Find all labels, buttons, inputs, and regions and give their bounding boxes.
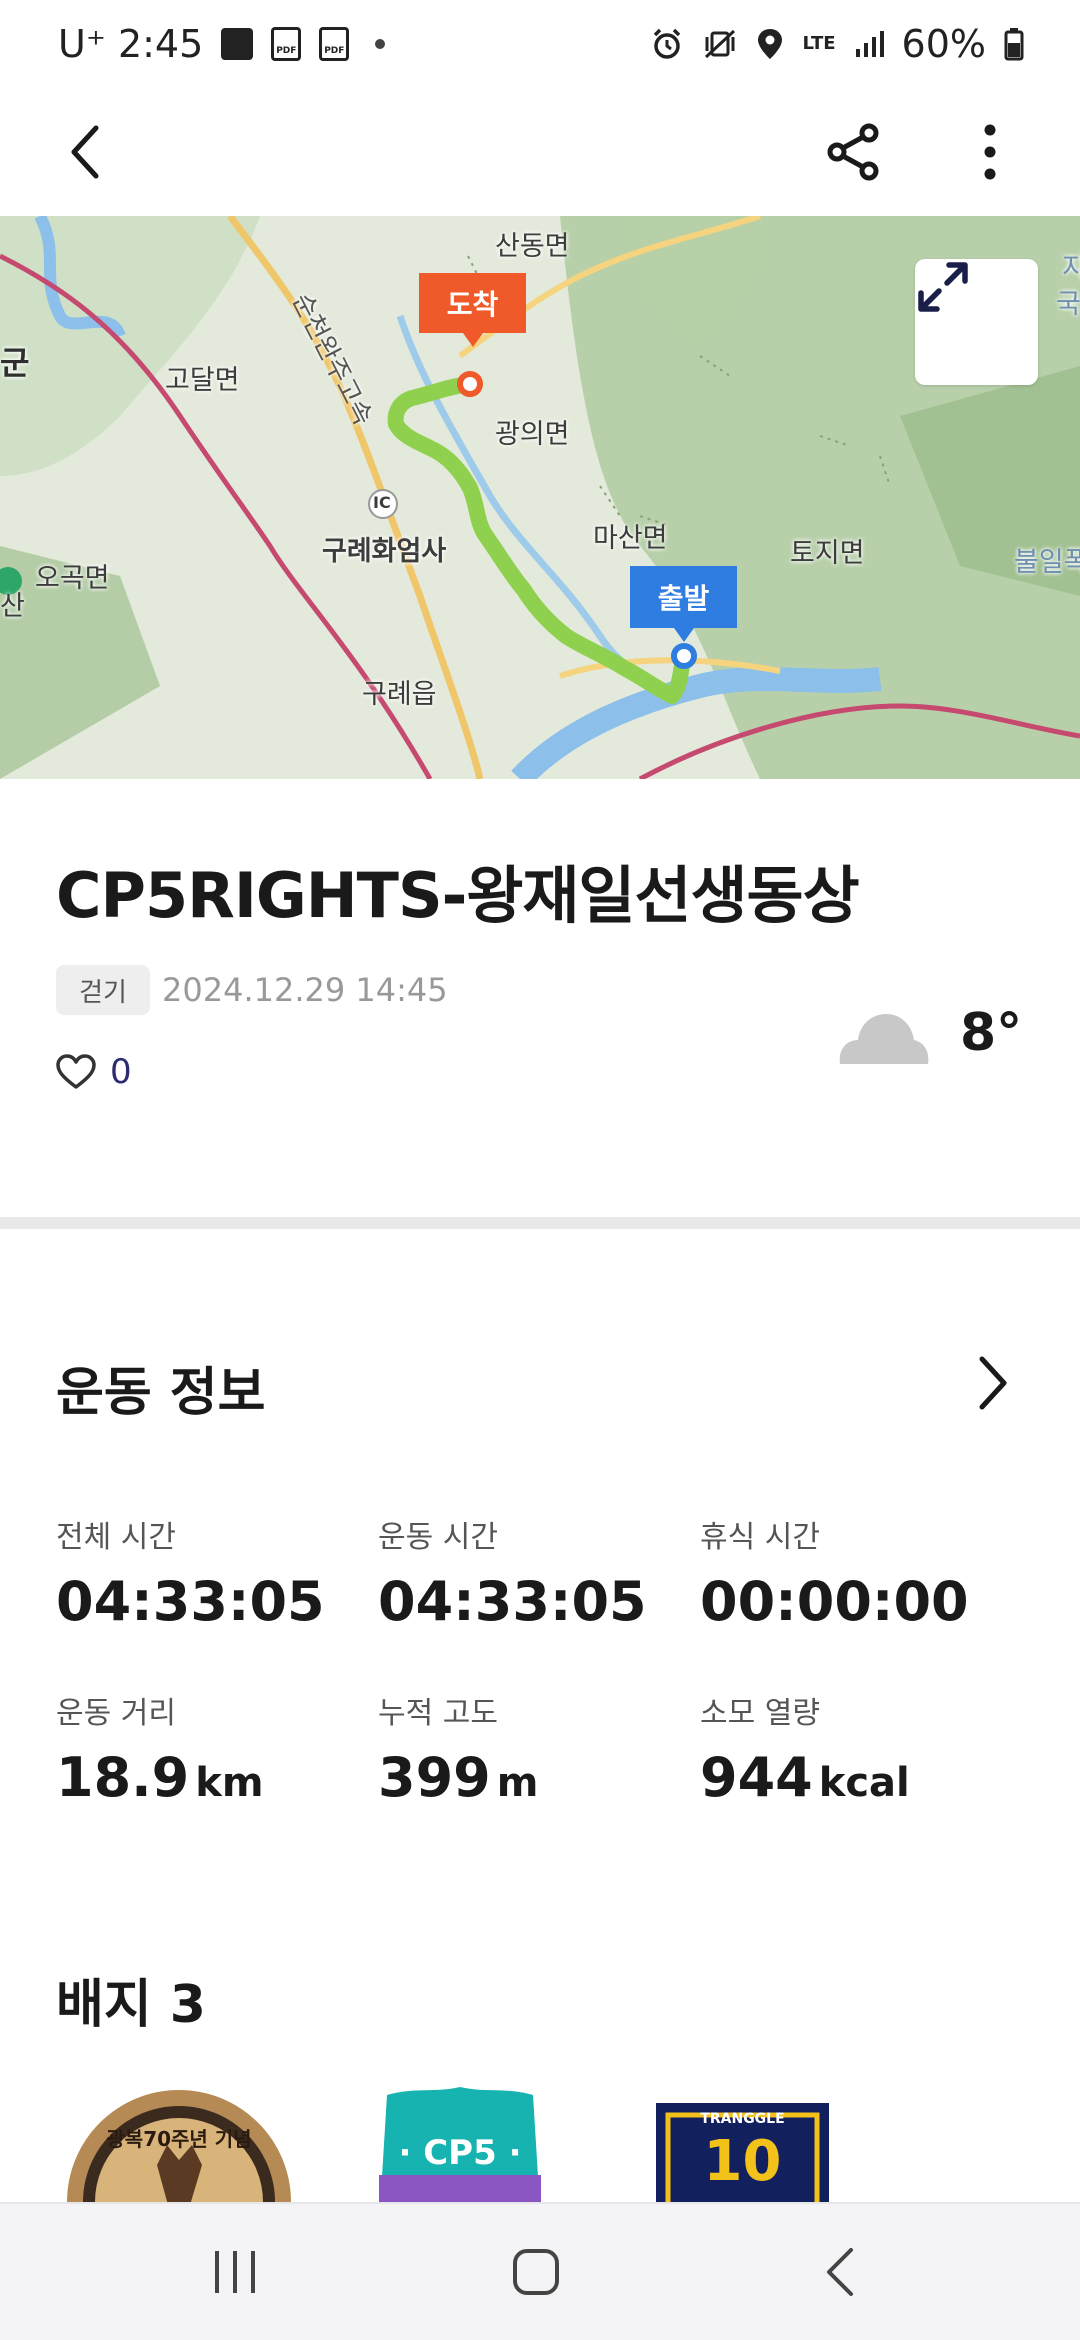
map-label-ogok: 오곡면 xyxy=(35,563,110,594)
map-label-gurye: 구례읍 xyxy=(362,679,437,710)
stat-rest-time: 휴식 시간 00:00:00 xyxy=(700,1512,969,1633)
map-label-gun: 군 xyxy=(0,344,30,382)
badge-tranggle-number: 10 xyxy=(703,2129,782,2194)
system-back-button[interactable] xyxy=(780,2222,900,2322)
badges-title: 배지 3 xyxy=(56,1975,206,2035)
system-navigation-bar xyxy=(0,2202,1080,2340)
stat-value: 00:00:00 xyxy=(700,1570,969,1633)
vibrate-icon xyxy=(705,29,736,59)
stat-value: 04:33:05 xyxy=(56,1570,325,1633)
back-nav-icon xyxy=(827,2248,853,2296)
stat-distance: 운동 거리 18.9 km xyxy=(56,1688,264,1809)
recent-apps-button[interactable] xyxy=(175,2222,295,2322)
expand-map-button[interactable] xyxy=(915,259,1038,385)
stat-value: 399 m xyxy=(378,1746,539,1809)
share-button[interactable] xyxy=(812,110,896,194)
back-button[interactable] xyxy=(44,110,128,194)
workout-info-title: 운동 정보 xyxy=(56,1363,266,1423)
map-label-toji: 토지면 xyxy=(790,538,865,569)
share-icon xyxy=(827,123,879,181)
map-label-hwaeomsa: 구례화엄사 xyxy=(322,536,447,567)
stat-value: 944 kcal xyxy=(700,1746,910,1809)
temperature: 8° xyxy=(960,1003,1023,1063)
stat-elevation: 누적 고도 399 m xyxy=(378,1688,538,1809)
badge-cp5-text: · CP5 · xyxy=(398,2133,522,2173)
stat-total-time: 전체 시간 04:33:05 xyxy=(56,1512,325,1633)
section-divider xyxy=(0,1217,1080,1229)
home-icon xyxy=(513,2249,559,2295)
stat-exercise-time: 운동 시간 04:33:05 xyxy=(378,1512,647,1633)
recent-apps-icon xyxy=(215,2251,255,2293)
weather-info: 8° xyxy=(836,1000,1022,1066)
badge-anniversary-text: 광복70주년 기념 xyxy=(106,2127,252,2151)
stat-label: 전체 시간 xyxy=(56,1520,176,1555)
expand-icon xyxy=(918,262,968,312)
start-marker: 출발 xyxy=(630,566,737,642)
activity-title: CP5RIGHTS-왕재일선생동상 xyxy=(56,859,860,932)
badge-tranggle-label: TRANGGLE xyxy=(700,2111,785,2127)
badge-anniversary[interactable]: 광복70주년 기념 xyxy=(62,2085,296,2205)
badge-cp5[interactable]: · CP5 · xyxy=(375,2085,545,2205)
stat-calories: 소모 열량 944 kcal xyxy=(700,1688,910,1809)
gallery-icon xyxy=(221,28,254,60)
route-map[interactable]: 산동면 군 고달면 순천완주고속 광의면 IC 구례화엄사 마산면 토지면 불일… xyxy=(0,216,1080,779)
top-app-bar xyxy=(0,88,1080,216)
battery-percent: 60% xyxy=(901,22,986,66)
pdf-icon: PDF xyxy=(271,27,302,61)
map-label-sandong: 산동면 xyxy=(495,231,570,262)
map-label-gwangui: 광의면 xyxy=(495,419,570,450)
map-label-guk: 국 xyxy=(1056,289,1080,320)
activity-datetime: 2024.12.29 14:45 xyxy=(162,971,448,1009)
stat-label: 휴식 시간 xyxy=(700,1520,820,1555)
stat-value: 04:33:05 xyxy=(378,1570,647,1633)
map-label-ic: IC xyxy=(373,493,391,512)
map-label-san: 산 xyxy=(0,591,25,622)
stat-value: 18.9 km xyxy=(56,1746,264,1809)
home-button[interactable] xyxy=(476,2222,596,2322)
lte-icon: LTE xyxy=(802,33,836,54)
more-vert-icon xyxy=(984,124,996,180)
like-count: 0 xyxy=(110,1052,132,1092)
stat-label: 운동 시간 xyxy=(378,1520,498,1555)
stat-unit: km xyxy=(195,1760,264,1806)
map-label-ji: 지 xyxy=(1062,253,1080,284)
stat-unit: m xyxy=(496,1760,539,1806)
map-label-godal: 고달면 xyxy=(165,365,240,396)
back-icon xyxy=(71,125,99,179)
workout-info-detail-button[interactable] xyxy=(968,1350,1018,1416)
cloud-icon xyxy=(839,1014,929,1064)
stat-label: 소모 열량 xyxy=(700,1696,820,1731)
chevron-right-icon xyxy=(979,1356,1007,1410)
stat-label: 누적 고도 xyxy=(378,1696,498,1731)
end-marker: 도착 xyxy=(419,273,526,347)
dot-icon xyxy=(375,39,386,49)
stat-unit: kcal xyxy=(818,1760,910,1806)
more-options-button[interactable] xyxy=(948,110,1032,194)
alarm-icon xyxy=(654,28,681,59)
signal-icon xyxy=(855,31,884,57)
activity-type-tag: 걷기 xyxy=(56,965,150,1015)
heart-icon xyxy=(56,1054,96,1089)
like-button[interactable]: 0 xyxy=(56,1052,132,1092)
location-icon xyxy=(758,29,783,59)
status-time: U⁺ 2:45 xyxy=(58,22,204,66)
map-label-masan: 마산면 xyxy=(593,523,668,554)
battery-icon xyxy=(1004,28,1024,61)
status-bar: U⁺ 2:45 PDF PDF LTE 60% xyxy=(0,0,1080,88)
pdf-icon: PDF xyxy=(319,27,350,61)
map-label-bulil: 불일폭 xyxy=(1014,547,1080,578)
badge-tranggle-10[interactable]: TRANGGLE 10 xyxy=(656,2085,829,2205)
stat-label: 운동 거리 xyxy=(56,1696,176,1731)
badge-list: 광복70주년 기념 · CP5 · TRANGGLE 10 xyxy=(0,2085,1080,2205)
